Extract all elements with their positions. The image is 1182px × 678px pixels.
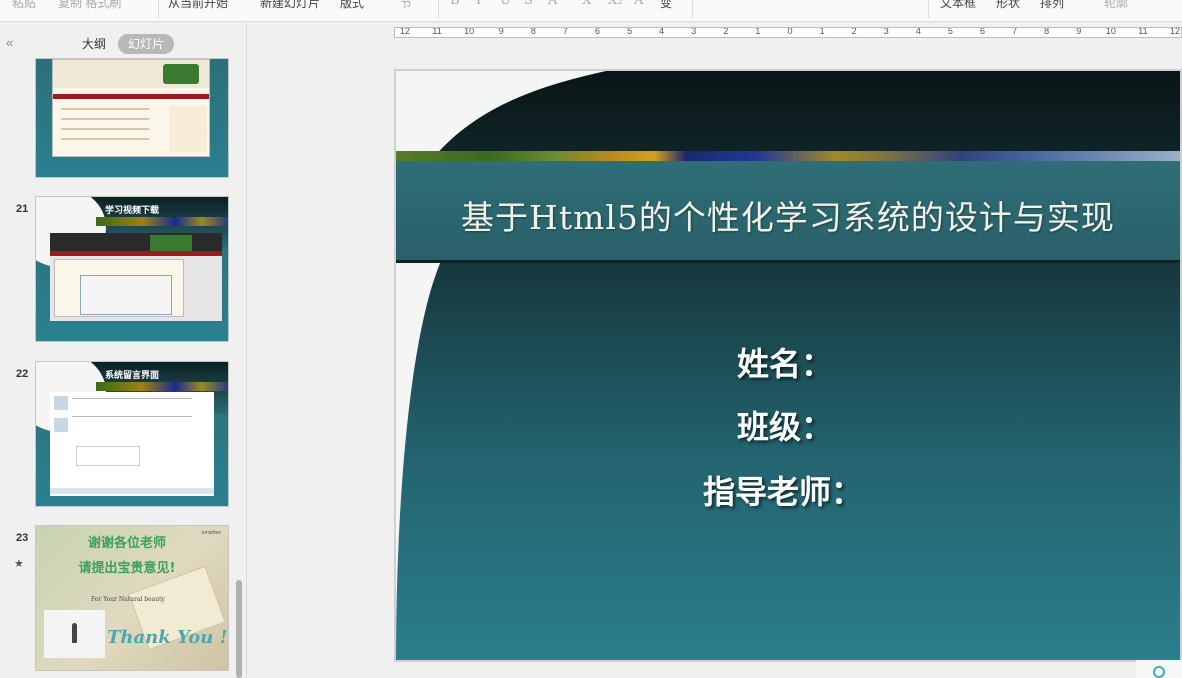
change-case-button[interactable]: 变 (660, 0, 672, 11)
section-button[interactable]: 节 (400, 0, 412, 11)
ruler-mark: 8 (1044, 27, 1050, 36)
thumb-title: 系统留言界面 (104, 371, 159, 381)
tab-outline[interactable]: 大纲 (72, 34, 116, 54)
slide-number: 22 (16, 368, 29, 380)
assistant-icon[interactable] (1153, 666, 1165, 678)
font-color-icon[interactable]: A (548, 0, 557, 8)
ruler-mark: 9 (498, 27, 504, 36)
play-from-current-button[interactable]: 从当前开始 (168, 0, 228, 11)
thumb-nature-text: For Your Natural beauty (91, 596, 165, 603)
ruler-mark: 11 (1138, 27, 1148, 36)
slide-thumbnail-20[interactable] (35, 58, 229, 178)
ruler-mark: 0 (787, 27, 793, 36)
ruler-mark: 3 (883, 27, 889, 36)
ruler-mark: 2 (851, 27, 857, 36)
class-label[interactable]: 班级： (737, 402, 833, 448)
thumb-webpage-image (52, 59, 210, 157)
ruler-mark: 3 (691, 27, 697, 36)
slide-thumbnail-21[interactable]: 学习视频下载 (35, 196, 229, 342)
slide-number: 21 (16, 203, 29, 215)
arrange-button[interactable]: 排列 (1040, 0, 1064, 11)
thumb-title: 学习视频下载 (104, 206, 159, 216)
ruler-mark: 6 (979, 27, 986, 36)
ruler-mark: 5 (947, 27, 953, 36)
thumb-thank-you: Thank You ! (107, 627, 228, 648)
thumb-figure-icon (72, 623, 77, 643)
subscript-icon[interactable]: X₂ (608, 0, 622, 8)
ribbon-divider (438, 0, 439, 18)
thumb-photo (163, 64, 199, 84)
thumb-screenshot (50, 392, 214, 496)
slide-thumbnail-22[interactable]: 系统留言界面 (35, 361, 229, 507)
thumb-dialog (80, 275, 172, 315)
paste-button[interactable]: 粘贴 (12, 0, 36, 11)
ruler-mark: 10 (1105, 27, 1116, 36)
superscript-icon[interactable]: X² (582, 0, 596, 8)
ruler-mark: 7 (562, 27, 568, 36)
slide-thumbnail-23[interactable]: innisfree 谢谢各位老师 请提出宝贵意见! For Your Natur… (35, 525, 229, 671)
animation-star-icon: ★ (14, 558, 24, 570)
tab-slides[interactable]: 幻灯片 (118, 34, 175, 54)
layout-button[interactable]: 版式 (340, 0, 364, 11)
ribbon-divider (928, 0, 929, 18)
ruler-mark: 4 (659, 27, 665, 36)
copy-format-button[interactable]: 复制 格式刷 (58, 0, 121, 11)
new-slide-button[interactable]: 新建幻灯片 (260, 0, 320, 11)
horizontal-ruler[interactable]: 12 11 10 9 8 7 6 5 4 3 2 1 0 1 2 3 4 5 6 7 8 9 10 11 12 (394, 27, 1182, 38)
textbox-button[interactable]: 文本框 (940, 0, 976, 11)
bold-icon[interactable]: B (450, 0, 460, 8)
thumb-thanks-line: 谢谢各位老师 (87, 536, 166, 551)
ruler-mark: 1 (819, 27, 825, 36)
slide-image-strip (396, 151, 1180, 161)
italic-icon[interactable]: I (476, 0, 481, 8)
slide-canvas[interactable]: 基于Html5的个性化学习系统的设计与实现 姓名： 班级： 指导老师： (394, 69, 1182, 662)
scrollbar-thumb[interactable] (236, 580, 242, 678)
ruler-mark: 12 (399, 27, 411, 36)
ruler-mark: 8 (530, 27, 536, 36)
slide-title[interactable]: 基于Html5的个性化学习系统的设计与实现 (396, 191, 1180, 239)
ribbon-divider (692, 0, 693, 18)
outline-button[interactable]: 轮廓 (1104, 0, 1128, 11)
ribbon-divider (158, 0, 159, 18)
collapse-pane-icon[interactable]: « (6, 35, 13, 50)
char-shading-icon[interactable]: A (634, 0, 643, 8)
ruler-mark: 12 (1169, 27, 1181, 36)
slide-navigation-pane: « 大纲 幻灯片 21 学习视频下载 22 系统留言界面 23 ★ innisf… (0, 23, 247, 678)
ruler-mark: 5 (627, 27, 633, 36)
ruler-mark: 9 (1076, 27, 1082, 36)
thumb-screenshot (50, 233, 222, 321)
underline-icon[interactable]: U (500, 0, 511, 8)
ruler-mark: 7 (1012, 27, 1018, 36)
ruler-mark: 1 (755, 27, 761, 36)
ruler-mark: 2 (723, 27, 729, 36)
ribbon: 粘贴 复制 格式刷 从当前开始 新建幻灯片 版式 节 B I U S A X² … (0, 0, 1182, 22)
slide-number: 23 (16, 532, 29, 544)
ruler-mark: 6 (594, 27, 601, 36)
strikethrough-icon[interactable]: S (524, 0, 533, 8)
shape-button[interactable]: 形状 (996, 0, 1020, 11)
name-label[interactable]: 姓名： (737, 339, 833, 385)
ruler-mark: 4 (915, 27, 921, 36)
ruler-mark: 11 (432, 27, 442, 36)
ruler-mark: 10 (464, 27, 475, 36)
advisor-label[interactable]: 指导老师： (703, 467, 863, 513)
